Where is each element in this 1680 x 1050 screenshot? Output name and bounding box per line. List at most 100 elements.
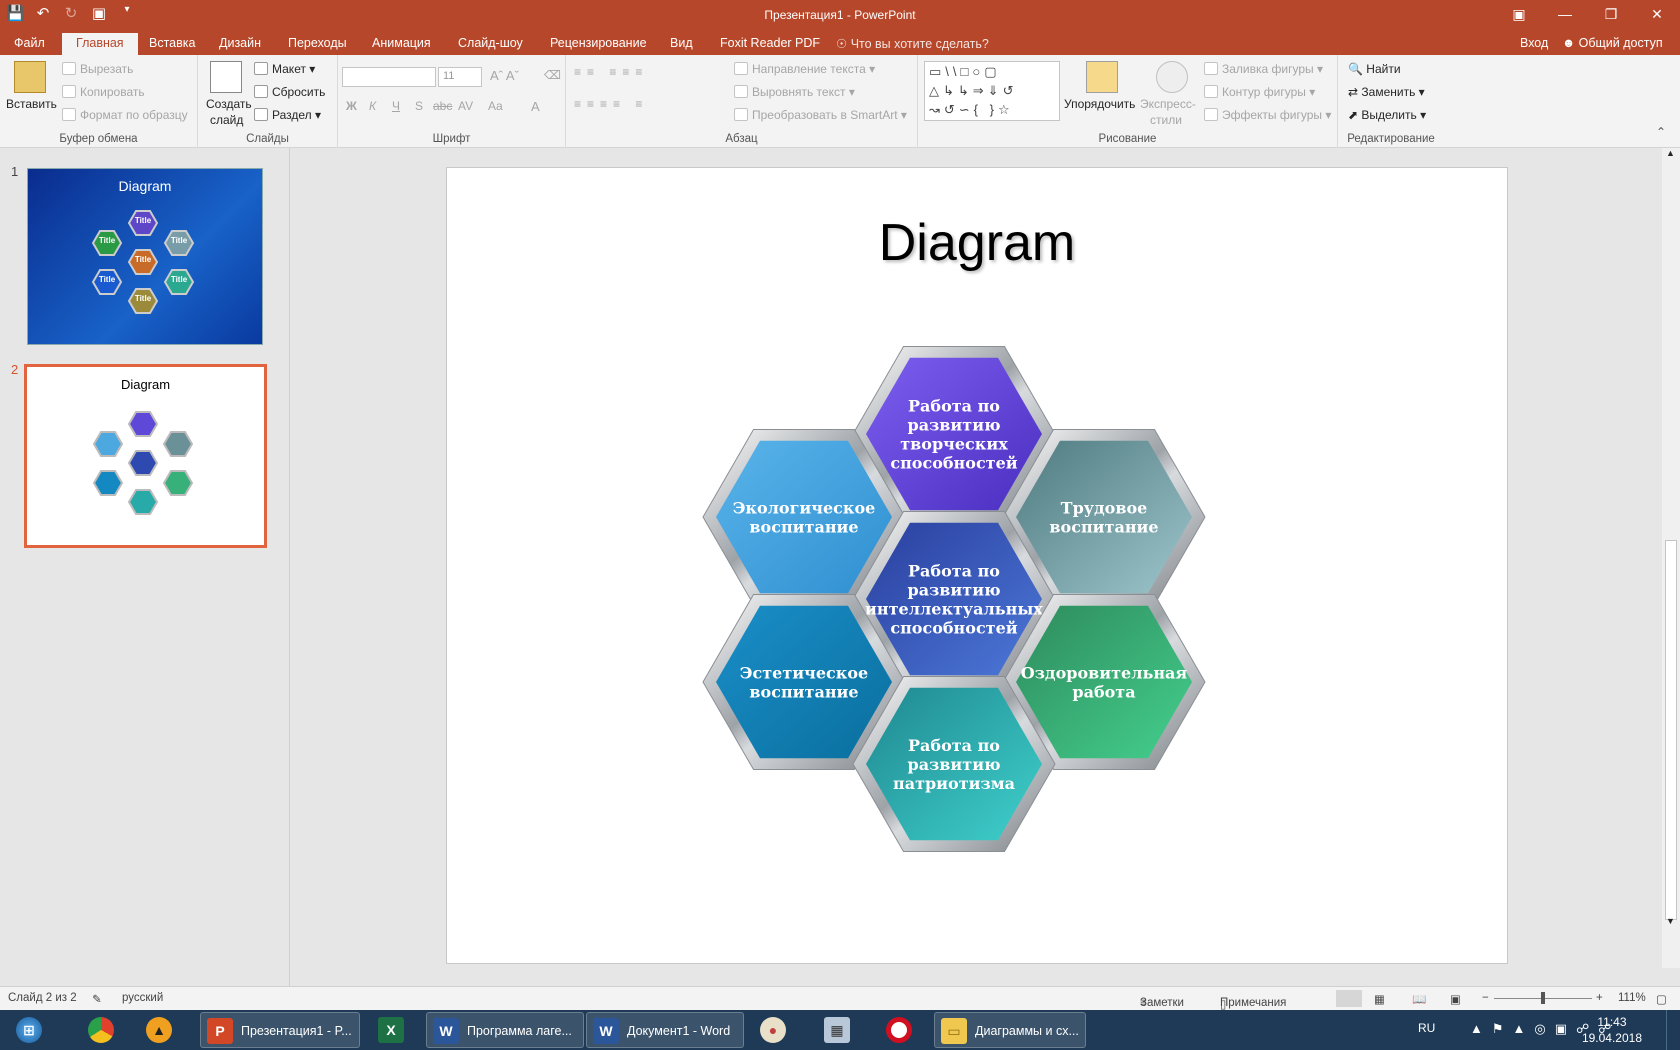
thumb-cell-label: Title bbox=[171, 236, 188, 245]
tab-animation[interactable]: Анимация bbox=[372, 36, 431, 50]
select-button[interactable]: ⬈ Выделить ▾ bbox=[1348, 108, 1426, 122]
calculator-icon: ▦ bbox=[824, 1017, 850, 1043]
tab-home[interactable]: Главная bbox=[62, 33, 138, 55]
bold-button[interactable]: Ж bbox=[346, 99, 357, 113]
word-icon: W bbox=[433, 1018, 459, 1044]
paste-icon[interactable] bbox=[14, 61, 46, 93]
taskbar-powerpoint[interactable]: P Презентация1 - P... bbox=[200, 1012, 360, 1048]
tab-view[interactable]: Вид bbox=[670, 36, 693, 50]
text-direction-icon bbox=[734, 62, 748, 75]
fit-to-window-icon[interactable]: ▢ bbox=[1656, 992, 1667, 1006]
shape-fill-button[interactable]: Заливка фигуры ▾ bbox=[1204, 62, 1323, 76]
quick-styles-icon[interactable] bbox=[1156, 61, 1188, 93]
slideshow-view-icon[interactable]: ▣ bbox=[1450, 992, 1461, 1006]
quick-styles-button[interactable]: Экспресс- bbox=[1140, 97, 1196, 111]
copy-button[interactable]: Копировать bbox=[62, 85, 145, 99]
taskbar-word-document[interactable]: W Документ1 - Word bbox=[586, 1012, 744, 1048]
shapes-gallery[interactable]: ▭\\□○▢ △↳↳⇒⇓↺ ↝↺∽{ }☆ bbox=[924, 61, 1060, 121]
font-color-button[interactable]: A bbox=[531, 99, 540, 114]
find-button[interactable]: 🔍 Найти bbox=[1348, 62, 1401, 76]
taskbar-explorer[interactable]: ▭ Диаграммы и сх... bbox=[934, 1012, 1086, 1048]
slide-canvas[interactable]: Diagram Работа по развитию творческих спосо… bbox=[446, 167, 1508, 964]
close-button[interactable]: ✕ bbox=[1634, 0, 1680, 31]
person-icon: ☻ bbox=[1562, 36, 1579, 50]
thumb-cell-label: Title bbox=[99, 275, 116, 284]
opera-icon bbox=[886, 1017, 912, 1043]
shape-effects-button[interactable]: Эффекты фигуры ▾ bbox=[1204, 108, 1331, 122]
convert-smartart-button[interactable]: Преобразовать в SmartArt ▾ bbox=[734, 108, 907, 122]
char-spacing-button[interactable]: AV bbox=[458, 99, 473, 113]
sign-in-link[interactable]: Вход bbox=[1520, 36, 1548, 50]
chrome-taskbar-button[interactable] bbox=[82, 1012, 128, 1048]
clear-format-icon[interactable]: ⌫ bbox=[544, 68, 561, 82]
shape-outline-button[interactable]: Контур фигуры ▾ bbox=[1204, 85, 1315, 99]
tab-design[interactable]: Дизайн bbox=[219, 36, 261, 50]
zoom-level[interactable]: 111% bbox=[1618, 992, 1646, 1004]
start-button[interactable]: ⊞ bbox=[6, 1012, 52, 1048]
scroll-down-icon[interactable]: ▼ bbox=[1666, 916, 1675, 926]
new-slide-icon[interactable] bbox=[210, 61, 242, 93]
paste-button[interactable]: Вставить bbox=[6, 97, 57, 111]
language-indicator[interactable]: русский bbox=[122, 992, 163, 1004]
share-button[interactable]: ☻ Общий доступ bbox=[1562, 36, 1663, 50]
paint-taskbar-button[interactable]: ● bbox=[754, 1012, 800, 1048]
text-direction-button[interactable]: Направление текста ▾ bbox=[734, 62, 875, 76]
change-case-button[interactable]: Aa bbox=[488, 99, 503, 113]
italic-button[interactable]: К bbox=[369, 99, 376, 113]
spellcheck-icon[interactable]: ✎ bbox=[92, 992, 102, 1006]
maximize-button[interactable]: ❐ bbox=[1588, 0, 1634, 31]
excel-taskbar-button[interactable]: X bbox=[372, 1012, 418, 1048]
slide-thumbnail-1[interactable]: Diagram Title Title Title Title Title Ti… bbox=[27, 168, 263, 345]
collapse-ribbon-icon[interactable]: ⌃ bbox=[1656, 125, 1666, 139]
vertical-scrollbar[interactable]: ▲ ▼ bbox=[1662, 148, 1680, 968]
underline-button[interactable]: Ч bbox=[392, 99, 400, 113]
slide-thumbnails-pane: 1 Diagram Title Title Title Title Title … bbox=[0, 148, 290, 986]
cut-button[interactable]: Вырезать bbox=[62, 62, 133, 76]
tab-insert[interactable]: Вставка bbox=[149, 36, 195, 50]
list-buttons[interactable]: ≡≡ ≡≡≡ bbox=[574, 65, 648, 79]
layout-button[interactable]: Макет ▾ bbox=[254, 62, 315, 76]
format-painter-button[interactable]: Формат по образцу bbox=[62, 108, 188, 122]
system-clock[interactable]: 11:43 19.04.2018 bbox=[1582, 1014, 1642, 1046]
align-text-button[interactable]: Выровнять текст ▾ bbox=[734, 85, 855, 99]
thumb-hexes: Title Title Title Title Title Title Titl… bbox=[91, 210, 195, 314]
scroll-up-icon[interactable]: ▲ bbox=[1666, 148, 1675, 158]
arrange-button[interactable]: Упорядочить bbox=[1064, 97, 1135, 111]
tab-slideshow[interactable]: Слайд-шоу bbox=[458, 36, 523, 50]
hex-label: Эстетическое воспитание bbox=[740, 664, 868, 702]
strikethrough-button[interactable]: abc bbox=[433, 99, 452, 113]
calculator-taskbar-button[interactable]: ▦ bbox=[818, 1012, 864, 1048]
normal-view-button[interactable] bbox=[1336, 990, 1362, 1007]
align-buttons[interactable]: ≡≡≡≡ ≡ bbox=[574, 97, 648, 111]
reset-button[interactable]: Сбросить bbox=[254, 85, 325, 99]
new-slide-button[interactable]: Создать bbox=[206, 97, 252, 111]
group-label: Абзац bbox=[725, 133, 758, 145]
scrollbar-thumb[interactable] bbox=[1665, 540, 1677, 920]
tab-foxit[interactable]: Foxit Reader PDF bbox=[720, 36, 820, 50]
show-desktop-button[interactable] bbox=[1666, 1010, 1680, 1050]
tab-file[interactable]: Файл bbox=[14, 36, 45, 50]
tab-review[interactable]: Рецензирование bbox=[550, 36, 647, 50]
replace-button[interactable]: ⇄ Заменить ▾ bbox=[1348, 85, 1425, 99]
zoom-in-icon[interactable]: + bbox=[1596, 992, 1603, 1004]
tab-transitions[interactable]: Переходы bbox=[288, 36, 347, 50]
shadow-button[interactable]: S bbox=[415, 99, 423, 113]
section-button[interactable]: Раздел ▾ bbox=[254, 108, 321, 122]
font-size-combo[interactable]: 11 bbox=[438, 67, 482, 87]
font-name-combo[interactable] bbox=[342, 67, 436, 87]
reading-view-icon[interactable]: 📖 bbox=[1412, 992, 1426, 1006]
zoom-slider-handle[interactable] bbox=[1541, 992, 1545, 1004]
hex-label: Работа по развитию творческих способностей bbox=[890, 397, 1017, 473]
zoom-out-icon[interactable]: − bbox=[1482, 992, 1489, 1004]
taskbar-word-program[interactable]: W Программа лаге... bbox=[426, 1012, 584, 1048]
grow-font-icon[interactable]: Aˆ Aˇ bbox=[490, 68, 519, 83]
input-language[interactable]: RU bbox=[1418, 1021, 1435, 1035]
arrange-icon[interactable] bbox=[1086, 61, 1118, 93]
tell-me-search[interactable]: ☉ Что вы хотите сделать? bbox=[836, 36, 989, 51]
slide-sorter-view-icon[interactable]: ▦ bbox=[1374, 992, 1385, 1006]
app-taskbar-button[interactable]: ▲ bbox=[140, 1012, 186, 1048]
opera-taskbar-button[interactable] bbox=[880, 1012, 926, 1048]
slide-thumbnail-2[interactable]: Diagram bbox=[24, 364, 267, 548]
minimize-button[interactable]: — bbox=[1542, 0, 1588, 31]
ribbon-display-options-icon[interactable]: ▣ bbox=[1496, 0, 1542, 31]
